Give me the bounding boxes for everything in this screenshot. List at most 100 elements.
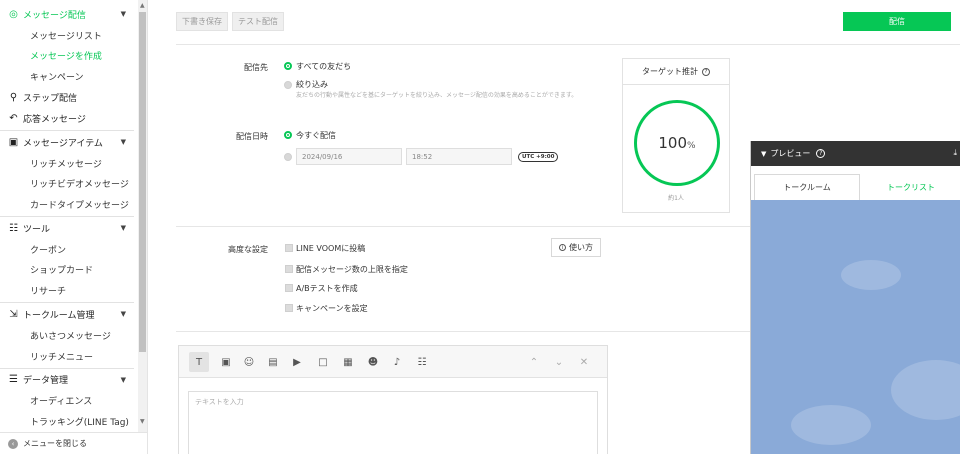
option-abtest-label: A/Bテストを作成 <box>296 284 358 293</box>
sidebar-item-12[interactable]: ショップカード <box>0 260 138 280</box>
time-input[interactable]: 18:52 <box>406 148 512 165</box>
help-icon[interactable]: ? <box>702 67 710 76</box>
chevron-down-icon[interactable]: ▼ <box>121 10 126 18</box>
checkbox-voom[interactable] <box>285 244 293 252</box>
target-estimate-title: ターゲット推計 <box>642 67 698 76</box>
close-menu-button[interactable]: ‹ メニューを閉じる <box>0 432 148 454</box>
preview-tabs: トークルーム トークリスト <box>751 166 960 200</box>
chevron-down-icon[interactable]: ⌄ <box>549 352 569 372</box>
sidebar-item-17[interactable]: ☰ データ管理 ▼ <box>0 370 138 390</box>
sidebar-item-label: メッセージアイテム <box>23 138 103 149</box>
message-text-input[interactable]: テキストを入力 <box>188 391 598 454</box>
filter-description: 友だちの行動や属性などを基にターゲットを絞り込み、メッセージ配信の効果を高めるこ… <box>296 92 578 99</box>
checkbox-limit[interactable] <box>285 265 293 273</box>
preview-panel: ▼ プレビュー ? ⤓ トークルーム トークリスト <box>750 141 960 454</box>
target-estimate-panel: ターゲット推計 ? 100% 約1人 <box>622 58 730 213</box>
sidebar-item-label: トークルーム管理 <box>23 310 95 321</box>
howto-button[interactable]: i 使い方 <box>551 238 601 257</box>
sidebar-scrollbar[interactable]: ▲ ▼ <box>138 0 147 432</box>
scroll-down-arrow-icon[interactable]: ▼ <box>140 418 145 425</box>
radio-filter[interactable] <box>284 81 292 89</box>
sidebar-item-9[interactable]: カードタイプメッセージ <box>0 195 138 215</box>
sidebar-item-8[interactable]: リッチビデオメッセージ <box>0 174 138 194</box>
sidebar-item-1[interactable]: メッセージリスト <box>0 25 138 45</box>
sidebar-item-11[interactable]: クーポン <box>0 239 138 259</box>
sidebar-item-4[interactable]: ⚲ ステップ配信 <box>0 87 138 107</box>
sidebar-item-0[interactable]: ◎ メッセージ配信 ▼ <box>0 4 138 24</box>
sidebar-item-label: 応答メッセージ <box>23 114 86 125</box>
radio-all-friends[interactable] <box>284 62 292 70</box>
option-voom-label: LINE VOOMに投稿 <box>296 244 366 253</box>
radio-send-now[interactable] <box>284 131 292 139</box>
chevron-down-icon[interactable]: ▼ <box>121 310 126 318</box>
divider <box>176 331 776 332</box>
sidebar-item-18[interactable]: オーディエンス <box>0 391 138 411</box>
target-percent: 100% <box>658 134 695 152</box>
chevron-down-icon[interactable]: ▼ <box>121 224 126 232</box>
research-icon[interactable]: ☷ <box>412 352 432 372</box>
target-percent-value: 100 <box>658 134 688 152</box>
draft-save-button[interactable]: 下書き保存 <box>176 12 228 31</box>
video-icon[interactable]: ▶ <box>287 352 307 372</box>
chevron-down-icon[interactable]: ▼ <box>121 138 126 146</box>
checkbox-abtest[interactable] <box>285 284 293 292</box>
sidebar-item-label: キャンペーン <box>30 72 84 83</box>
target-percent-unit: % <box>687 141 696 151</box>
sidebar-item-6[interactable]: ▣ メッセージアイテム ▼ <box>0 132 138 152</box>
sidebar-item-15[interactable]: あいさつメッセージ <box>0 325 138 345</box>
sidebar-divider <box>0 130 134 132</box>
app-root: ◎ メッセージ配信 ▼ メッセージリスト メッセージを作成キャンペーン ⚲ ステップ配信 ↶ 応… <box>0 0 960 454</box>
chevron-up-icon[interactable]: ⌃ <box>524 352 544 372</box>
message-editor: T ▣ ☺ ▤ ▶ □ ▦ ☻ ♪ ☷ ⌃ ⌄ ✕ テキストを入力 <box>178 345 608 454</box>
target-gauge: 100% <box>634 100 720 186</box>
sidebar-menu: ◎ メッセージ配信 ▼ メッセージリスト メッセージを作成キャンペーン ⚲ ステップ配信 ↶ 応… <box>0 0 138 432</box>
sidebar-item-label: カードタイプメッセージ <box>30 201 129 211</box>
preview-header[interactable]: ▼ プレビュー ? ⤓ <box>751 141 960 166</box>
test-send-button[interactable]: テスト配信 <box>232 12 284 31</box>
sidebar-item-10[interactable]: ☷ ツール ▼ <box>0 218 138 238</box>
sidebar-item-5[interactable]: ↶ 応答メッセージ <box>0 108 138 128</box>
chevron-down-icon[interactable]: ▼ <box>121 376 126 384</box>
voice-icon[interactable]: ♪ <box>387 352 407 372</box>
chevron-left-icon: ‹ <box>8 438 18 449</box>
sidebar-item-label: リッチメニュー <box>30 352 94 363</box>
howto-label: 使い方 <box>569 243 593 252</box>
scroll-up-arrow-icon[interactable]: ▲ <box>140 2 145 9</box>
close-menu-label: メニューを閉じる <box>23 439 87 448</box>
step-icon: ⚲ <box>9 91 18 103</box>
richvideo-icon[interactable]: ▦ <box>338 352 358 372</box>
sidebar-item-16[interactable]: リッチメニュー <box>0 346 138 366</box>
richmessage-icon[interactable]: □ <box>313 352 333 372</box>
text-icon[interactable]: T <box>189 352 209 372</box>
sidebar-item-3[interactable]: キャンペーン <box>0 66 138 86</box>
broadcast-icon: ◎ <box>9 8 18 20</box>
download-icon[interactable]: ⤓ <box>953 148 957 158</box>
coupon-icon[interactable]: ▤ <box>263 352 283 372</box>
send-now-label: 今すぐ配信 <box>296 131 336 140</box>
sidebar-item-label: トラッキング(LINE Tag) <box>30 417 129 428</box>
sidebar-item-label: クーポン <box>30 245 67 256</box>
sidebar-item-14[interactable]: ⇲ トークルーム管理 ▼ <box>0 304 138 324</box>
preview-title: プレビュー <box>770 149 811 158</box>
close-icon[interactable]: ✕ <box>574 352 594 372</box>
sidebar-item-2[interactable]: メッセージを作成 <box>0 46 138 66</box>
image-icon[interactable]: ▣ <box>216 352 236 372</box>
option-campaign-label: キャンペーンを設定 <box>296 304 368 313</box>
sidebar: ◎ メッセージ配信 ▼ メッセージリスト メッセージを作成キャンペーン ⚲ ステップ配信 ↶ 応… <box>0 0 148 454</box>
tab-talkroom[interactable]: トークルーム <box>754 174 860 200</box>
sticker-icon[interactable]: ☺ <box>239 352 259 372</box>
radio-schedule[interactable] <box>284 153 292 161</box>
delivery-time-label: 配信日時 <box>236 132 268 141</box>
checkbox-campaign[interactable] <box>285 304 293 312</box>
sidebar-item-label: データ管理 <box>23 376 69 387</box>
scrollbar-thumb[interactable] <box>139 12 146 352</box>
date-input[interactable]: 2024/09/16 <box>296 148 402 165</box>
sidebar-item-7[interactable]: リッチメッセージ <box>0 153 138 173</box>
sidebar-item-13[interactable]: リサーチ <box>0 281 138 301</box>
collapse-caret-icon[interactable]: ▼ <box>761 150 766 158</box>
help-icon[interactable]: ? <box>816 149 826 158</box>
deliver-button[interactable]: 配信 <box>843 12 951 31</box>
sidebar-item-19[interactable]: トラッキング(LINE Tag) <box>0 411 138 431</box>
tab-talklist[interactable]: トークリスト <box>861 174 960 200</box>
emoji-icon[interactable]: ☻ <box>363 352 383 372</box>
